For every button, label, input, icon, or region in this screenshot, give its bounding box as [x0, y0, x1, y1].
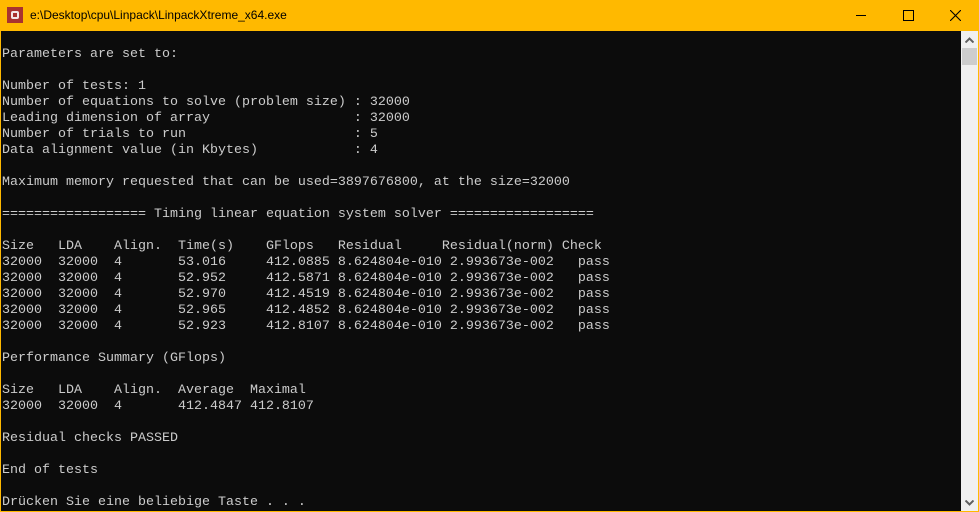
chevron-up-icon [965, 36, 974, 43]
minimize-button[interactable] [838, 0, 884, 31]
chevron-down-icon [965, 499, 974, 506]
app-icon[interactable] [7, 7, 23, 23]
console-line: Drücken Sie eine beliebige Taste . . . [2, 495, 306, 510]
console-line: ================== Timing linear equatio… [2, 207, 594, 222]
console-line: Size LDA Align. Average Maximal [2, 383, 306, 398]
console-line: Parameters are set to: [2, 47, 178, 62]
maximize-button[interactable] [885, 0, 931, 31]
scroll-down-button[interactable] [961, 494, 978, 511]
console-line: Residual checks PASSED [2, 431, 178, 446]
console-line: Maximum memory requested that can be use… [2, 175, 570, 190]
console-line: Size LDA Align. Time(s) GFlops Residual … [2, 239, 602, 254]
minimize-icon [856, 15, 866, 16]
console-line: End of tests [2, 463, 98, 478]
console-line: 32000 32000 4 52.970 412.4519 8.624804e-… [2, 287, 610, 302]
console-line: Number of trials to run : 5 [2, 127, 378, 142]
console-line: Leading dimension of array : 32000 [2, 111, 410, 126]
console-line: 32000 32000 4 52.952 412.5871 8.624804e-… [2, 271, 610, 286]
console-line: 32000 32000 4 52.965 412.4852 8.624804e-… [2, 303, 610, 318]
scrollbar-thumb[interactable] [962, 48, 977, 65]
console-line: Performance Summary (GFlops) [2, 351, 226, 366]
close-button[interactable] [932, 0, 978, 31]
console-output[interactable]: Parameters are set to: Number of tests: 1… [1, 31, 961, 511]
console-line: 32000 32000 4 53.016 412.0885 8.624804e-… [2, 255, 610, 270]
vertical-scrollbar[interactable] [961, 31, 978, 511]
title-bar[interactable]: e:\Desktop\cpu\Linpack\LinpackXtreme_x64… [0, 0, 979, 31]
close-icon [949, 10, 961, 21]
scroll-up-button[interactable] [961, 31, 978, 48]
maximize-icon [902, 10, 914, 21]
console-line: Data alignment value (in Kbytes) : 4 [2, 143, 378, 158]
console-line: 32000 32000 4 412.4847 412.8107 [2, 399, 314, 414]
console-line: 32000 32000 4 52.923 412.8107 8.624804e-… [2, 319, 610, 334]
window-title: e:\Desktop\cpu\Linpack\LinpackXtreme_x64… [30, 8, 287, 22]
console-line: Number of tests: 1 [2, 79, 146, 94]
console-line: Number of equations to solve (problem si… [2, 95, 410, 110]
